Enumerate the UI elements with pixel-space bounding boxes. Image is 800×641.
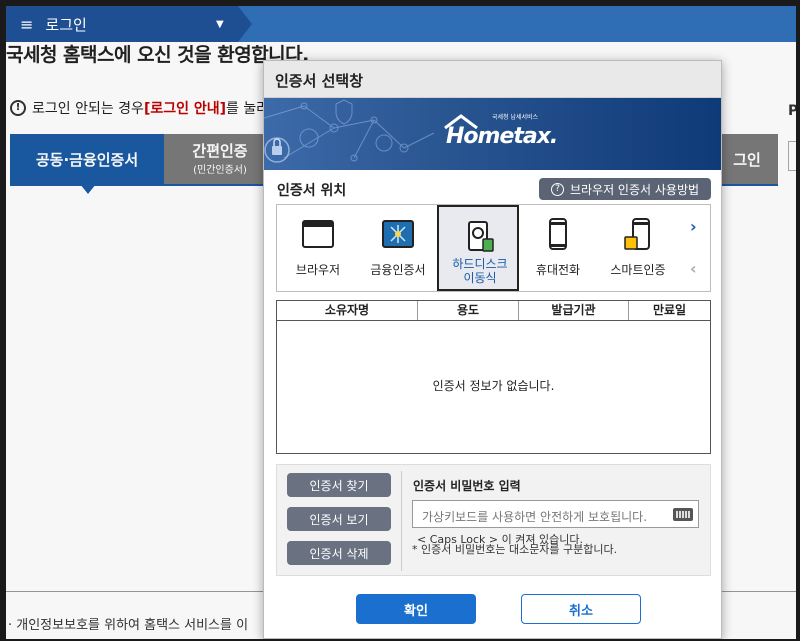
menu-label: 로그인 [45,15,87,34]
financial-cert-icon [382,220,414,248]
logo-subtext: 국세청 납세서비스 [492,114,539,121]
chevron-right-icon[interactable]: › [690,217,697,236]
smart-cert-icon [624,218,650,250]
location-title: 인증서 위치 [277,183,347,199]
certificate-action-panel: 인증서 찾기 인증서 보기 인증서 삭제 인증서 비밀번호 입력 가상키보드를 … [276,464,711,576]
top-navigation-bar: ≡ 로그인 ▼ [6,6,796,42]
browser-icon [302,220,334,248]
column-header-owner[interactable]: 소유자명 [277,301,418,320]
storage-financial-cert[interactable]: 금융인증서 [357,205,439,291]
column-header-expiry[interactable]: 만료일 [629,301,710,320]
table-header: 소유자명 용도 발급기관 만료일 [277,301,710,321]
dialog-title: 인증서 선택창 [264,61,721,98]
logo-text: Hometax. [446,124,558,149]
password-label: 인증서 비밀번호 입력 [413,479,521,493]
find-certificate-button[interactable]: 인증서 찾기 [287,473,391,497]
password-placeholder: 가상키보드를 사용하면 안전하게 보호됩니다. [422,510,648,524]
chevron-left-icon[interactable]: ‹ [690,259,697,278]
storage-label: 스마트인증 [610,263,666,277]
phone-icon [549,218,567,250]
certificate-password-input[interactable]: 가상키보드를 사용하면 안전하게 보호됩니다. [412,500,699,528]
storage-label: 휴대전화 [535,263,581,277]
hamburger-icon[interactable]: ≡ [20,15,33,34]
browser-viewport: ≡ 로그인 ▼ 국세청 홈택스에 오신 것을 환영합니다. ! 로그인 안되는 … [6,6,796,639]
delete-certificate-button[interactable]: 인증서 삭제 [287,541,391,565]
storage-smart-cert[interactable]: 스마트인증 [597,205,679,291]
login-menu[interactable]: ≡ 로그인 ▼ [6,6,252,42]
column-header-purpose[interactable]: 용도 [418,301,519,320]
question-icon: ? [550,182,564,196]
storage-harddisk[interactable]: 하드디스크 이동식 [437,205,519,291]
storage-phone[interactable]: 휴대전화 [517,205,599,291]
storage-browser[interactable]: 브라우저 [277,205,359,291]
certificate-table: 소유자명 용도 발급기관 만료일 인증서 정보가 없습니다. [276,300,711,454]
case-sensitive-hint: * 인증서 비밀번호는 대소문자를 구분합니다. [412,543,618,556]
browser-cert-help-button[interactable]: ? 브라우저 인증서 사용방법 [539,178,711,200]
cancel-button[interactable]: 취소 [521,594,641,624]
harddisk-icon [468,221,494,252]
virtual-keyboard-icon[interactable] [673,508,693,521]
column-header-issuer[interactable]: 발급기관 [519,301,629,320]
view-certificate-button[interactable]: 인증서 보기 [287,507,391,531]
confirm-button[interactable]: 확인 [356,594,476,624]
help-button-label: 브라우저 인증서 사용방법 [569,182,700,197]
panel-divider [401,471,402,571]
dropdown-caret-icon[interactable]: ▼ [216,19,224,30]
empty-table-message: 인증서 정보가 없습니다. [432,379,555,393]
hometax-banner: 국세청 납세서비스 Hometax. [264,98,721,170]
certificate-select-dialog: 인증서 선택창 국세청 납세서비스 Hometax. 인증서 위치 ? 브라우저… [263,60,722,639]
storage-label: 브라우저 [295,263,341,277]
storage-location-selector: 브라우저 금융인증서 하드디스크 이동식 휴대전화 스마트인증 › ‹ [276,204,711,292]
storage-label-selected: 하드디스크 이동식 [452,257,508,285]
location-header: 인증서 위치 ? 브라우저 인증서 사용방법 [264,170,721,204]
storage-scroll-arrows: › ‹ [682,205,710,291]
storage-label: 금융인증서 [370,263,426,277]
